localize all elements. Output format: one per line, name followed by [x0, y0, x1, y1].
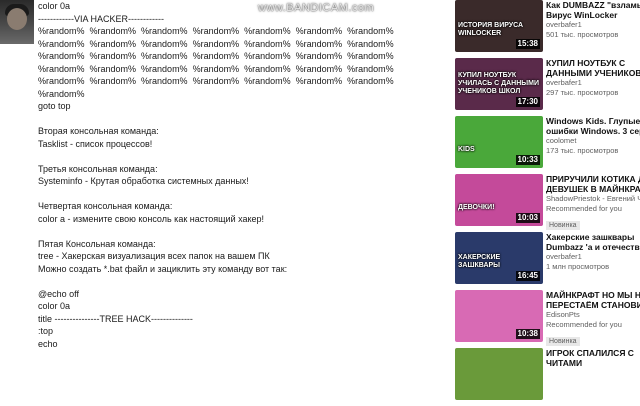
article-line: %random% %random% %random% %random% %ran… [38, 38, 394, 49]
article-line: Пятая Консольная команда: [38, 238, 156, 249]
video-channel[interactable]: overbafer1 [546, 78, 640, 88]
article-line: tree - Хакерская визуализация всех папок… [38, 251, 270, 261]
video-card[interactable]: девочки! 10:03 ПРИРУЧИЛИ КОТИКА ДЛЯ ДЕВУШЕ… [452, 174, 640, 232]
video-channel[interactable]: ShadowPriestok - Евгений Ч... [546, 194, 640, 204]
article-line: %random% %random% %random% %random% %ran… [38, 51, 394, 61]
video-thumbnail[interactable]: 10:38 [455, 290, 543, 342]
article-line: @echo off [38, 288, 79, 299]
article-line: %random% %random% %random% %random% %ran… [38, 63, 394, 74]
article-line: color 0a [38, 1, 71, 11]
video-info: Хакерские зашквары Dumbazz 'а и отечеств… [546, 232, 640, 272]
video-title[interactable]: Как DUMBAZZ "взламывает" Вирус WinLocker [546, 0, 640, 20]
video-thumbnail[interactable]: история вируса WINLOCKER 15:38 [455, 0, 543, 52]
article-text: color 0a ------------VIA HACKER----------… [38, 0, 438, 350]
article-line: Вторая консольная команда: [38, 126, 159, 136]
video-duration: 10:38 [515, 329, 540, 339]
video-card[interactable]: купил ноутбук училась с данными учеников… [452, 58, 640, 116]
video-duration: 10:03 [515, 213, 540, 223]
video-channel[interactable]: overbafer1 [546, 252, 640, 262]
video-thumbnail[interactable] [455, 348, 543, 400]
article-line: color 0a [38, 301, 71, 311]
video-info: МАЙНКРАФТ НО МЫ НЕ ПЕРЕСТАЁМ СТАНОВИТЬСЯ… [546, 290, 640, 348]
article-line [38, 113, 438, 126]
thumbnail-caption: купил ноутбук училась с данными учеников… [458, 72, 539, 95]
article-line: ------------VIA HACKER------------ [38, 13, 164, 24]
video-duration: 16:45 [515, 271, 540, 281]
video-duration: 17:30 [515, 97, 540, 107]
bandicam-watermark: www.BANDICAM.com [258, 2, 375, 14]
video-card[interactable]: Kids 10:33 Windows Kids. Глупые ошибки Win… [452, 116, 640, 174]
video-channel[interactable]: EdisonPts [546, 310, 640, 320]
webcam-face [7, 8, 27, 30]
article-line [38, 275, 438, 288]
thumbnail-caption: история вируса WINLOCKER [458, 22, 524, 37]
video-title[interactable]: Windows Kids. Глупые ошибки Windows. 3 с… [546, 116, 640, 136]
video-views: 501 тыс. просмотров [546, 30, 619, 39]
article-line: %random% %random% %random% %random% %ran… [38, 26, 394, 36]
video-title[interactable]: КУПИЛ НОУТБУК С ДАННЫМИ УЧЕНИКОВ И ИХ [546, 58, 640, 78]
article-line: %random% [38, 88, 85, 99]
article-line: Systeminfo - Крутая обработка системных … [38, 176, 249, 186]
video-title[interactable]: ИГРОК СПАЛИЛСЯ С ЧИТАМИ [546, 348, 640, 368]
video-info: Как DUMBAZZ "взламывает" Вирус WinLocker… [546, 0, 640, 40]
video-card[interactable]: 10:38 МАЙНКРАФТ НО МЫ НЕ ПЕРЕСТАЁМ СТАНОВ… [452, 290, 640, 348]
video-title[interactable]: Хакерские зашквары Dumbazz 'а и отечеств… [546, 232, 640, 252]
video-views: 297 тыс. просмотров [546, 88, 619, 97]
video-title[interactable]: ПРИРУЧИЛИ КОТИКА ДЛЯ ДЕВУШЕК В МАЙНКРАФТ… [546, 174, 640, 194]
video-title[interactable]: МАЙНКРАФТ НО МЫ НЕ ПЕРЕСТАЁМ СТАНОВИТЬСЯ [546, 290, 640, 310]
video-duration: 15:38 [515, 39, 540, 49]
video-channel[interactable]: overbafer1 [546, 20, 640, 30]
article-line [38, 188, 438, 201]
webcam-overlay [0, 0, 34, 44]
article-line: color a - измените свою консоль как наст… [38, 213, 265, 224]
new-badge: Новинка [546, 337, 580, 346]
thumbnail-caption: девочки! [458, 204, 495, 211]
article-line: echo [38, 338, 58, 349]
video-info: ИГРОК СПАЛИЛСЯ С ЧИТАМИ [546, 348, 640, 368]
thumbnail-caption: Kids [458, 146, 475, 153]
video-duration: 10:33 [515, 155, 540, 165]
article-line: %random% %random% %random% %random% %ran… [38, 76, 394, 86]
video-views: Recommended for you [546, 320, 622, 329]
article-line: Третья консольная команда: [38, 163, 158, 174]
video-info: ПРИРУЧИЛИ КОТИКА ДЛЯ ДЕВУШЕК В МАЙНКРАФТ… [546, 174, 640, 232]
article-line [38, 225, 438, 238]
new-badge: Новинка [546, 221, 580, 230]
video-thumbnail[interactable]: купил ноутбук училась с данными учеников… [455, 58, 543, 110]
thumbnail-caption: хакерские зашквары [458, 254, 501, 269]
article-line: Четвертая консольная команда: [38, 201, 173, 211]
video-thumbnail[interactable]: девочки! 10:03 [455, 174, 543, 226]
article-line: goto top [38, 101, 71, 111]
article-line: Tasklist - список процессов! [38, 138, 153, 149]
video-info: КУПИЛ НОУТБУК С ДАННЫМИ УЧЕНИКОВ И ИХove… [546, 58, 640, 98]
video-card[interactable]: история вируса WINLOCKER 15:38 Как DUMBAZZ… [452, 0, 640, 58]
video-channel[interactable]: coolomet [546, 136, 640, 146]
article-line: :top [38, 326, 54, 336]
video-views: 173 тыс. просмотров [546, 146, 619, 155]
video-info: Windows Kids. Глупые ошибки Windows. 3 с… [546, 116, 640, 156]
article-line [38, 150, 438, 163]
video-card[interactable]: ИГРОК СПАЛИЛСЯ С ЧИТАМИ [452, 348, 640, 406]
article-line: Можно создать *.bat файл и зациклить эту… [38, 263, 288, 274]
article-line: title ---------------TREE HACK----------… [38, 313, 193, 324]
video-views: 1 млн просмотров [546, 262, 610, 271]
video-views: Recommended for you [546, 204, 622, 213]
video-card[interactable]: хакерские зашквары 16:45 Хакерские зашквар… [452, 232, 640, 290]
video-thumbnail[interactable]: Kids 10:33 [455, 116, 543, 168]
video-thumbnail[interactable]: хакерские зашквары 16:45 [455, 232, 543, 284]
